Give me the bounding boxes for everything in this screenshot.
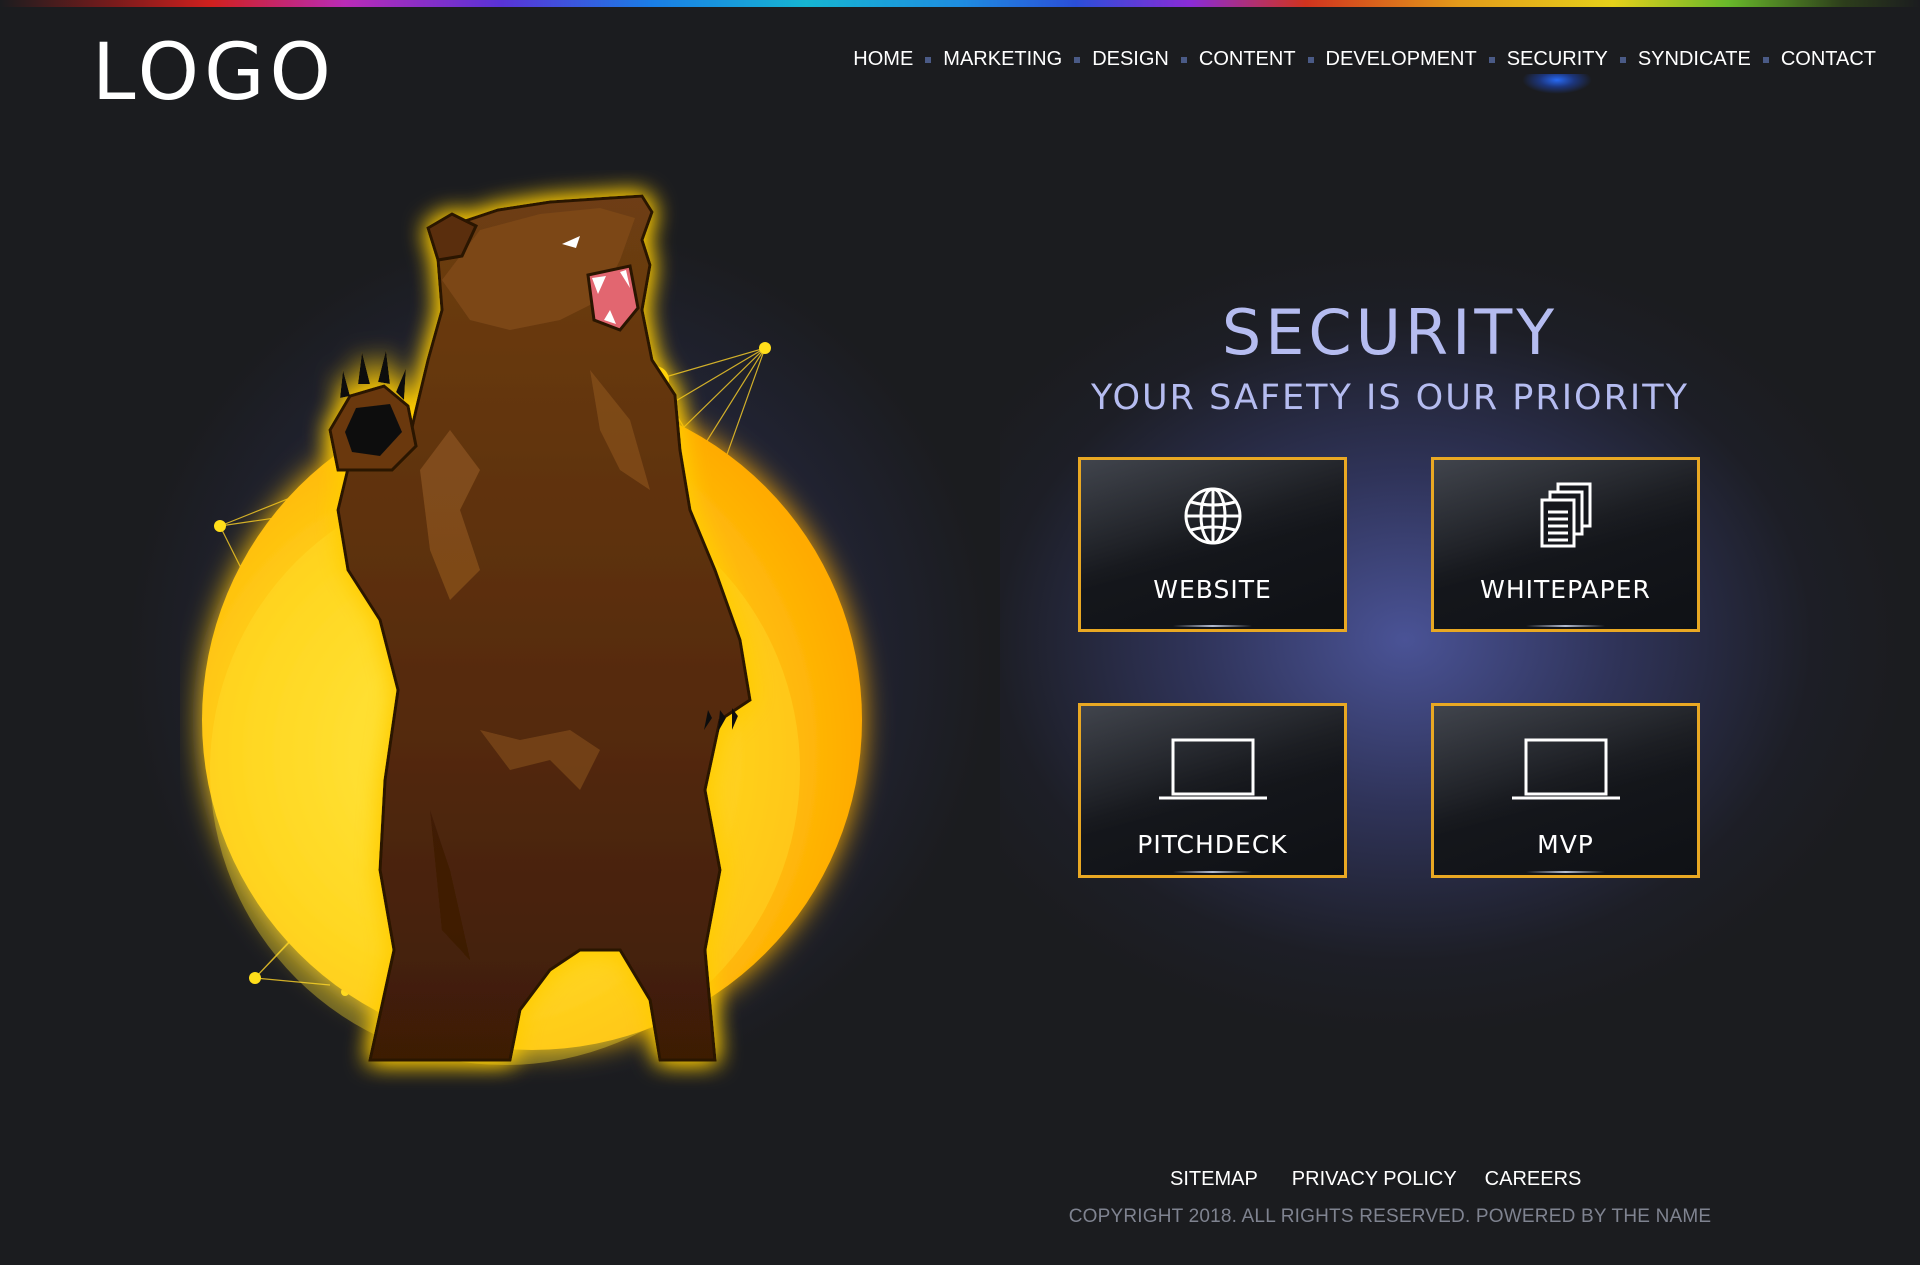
tile-label: MVP [1537,830,1594,859]
nav-item-security[interactable]: SECURITY [1507,48,1608,71]
nav-item-marketing[interactable]: MARKETING [943,48,1062,71]
copyright-text: COPYRIGHT 2018. ALL RIGHTS RESERVED. POW… [1068,1206,1712,1227]
nav-separator [1762,56,1769,63]
nav-separator [1180,56,1187,63]
nav-separator [1488,56,1495,63]
tile-label: PITCHDECK [1137,830,1288,859]
nav-item-content[interactable]: CONTENT [1199,48,1296,71]
laptop-icon [1157,736,1269,809]
page-title: SECURITY [1221,296,1559,369]
nav-item-design[interactable]: DESIGN [1092,48,1169,71]
bear-roaring-icon [202,194,862,1065]
tile-label: WEBSITE [1153,575,1272,604]
nav-separator [925,56,932,63]
tile-label: WHITEPAPER [1480,575,1651,604]
nav-item-development[interactable]: DEVELOPMENT [1326,48,1477,71]
page-subtitle: YOUR SAFETY IS OUR PRIORITY [1091,378,1689,418]
nav-item-contact[interactable]: CONTACT [1781,48,1876,71]
footer-link-careers[interactable]: CAREERS [1485,1168,1582,1191]
laptop-icon [1510,736,1622,809]
nav-item-syndicate[interactable]: SYNDICATE [1638,48,1751,71]
rainbow-top-stripe [0,0,1920,7]
footer-links: SITEMAP PRIVACY POLICY CAREERS [1170,1168,1581,1191]
documents-icon [1536,480,1596,557]
tile-whitepaper[interactable]: WHITEPAPER [1431,457,1700,632]
main-navigation: HOME MARKETING DESIGN CONTENT DEVELOPMEN… [853,48,1876,71]
tile-pitchdeck[interactable]: PITCHDECK [1078,703,1347,878]
tile-mvp[interactable]: MVP [1431,703,1700,878]
nav-separator [1307,56,1314,63]
nav-separator [1074,56,1081,63]
footer-link-sitemap[interactable]: SITEMAP [1170,1168,1258,1191]
nav-separator [1619,56,1626,63]
footer-link-privacy-policy[interactable]: PRIVACY POLICY [1292,1168,1457,1191]
site-logo[interactable]: LOGO [92,34,336,112]
globe-icon [1181,484,1245,553]
nav-item-home[interactable]: HOME [853,48,913,71]
tile-website[interactable]: WEBSITE [1078,457,1347,632]
